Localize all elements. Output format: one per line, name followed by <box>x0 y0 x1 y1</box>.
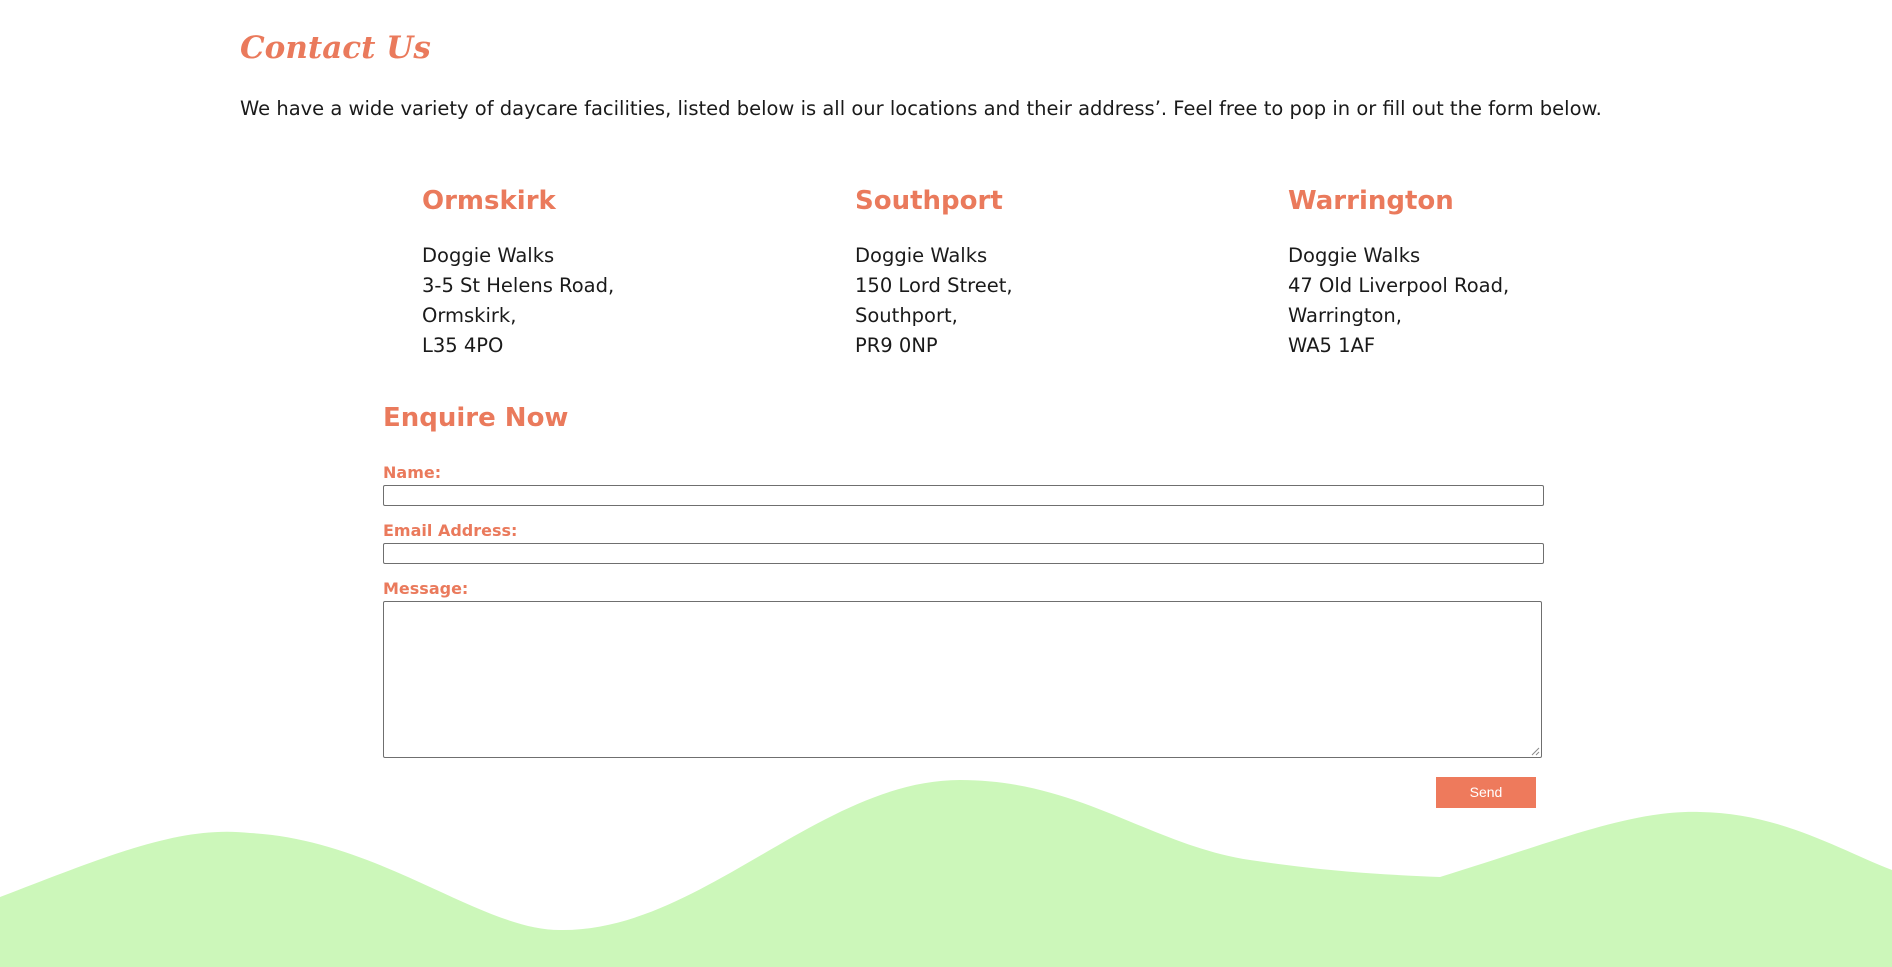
location-southport: Southport Doggie Walks 150 Lord Street, … <box>855 183 1215 361</box>
address-line: Southport, <box>855 304 958 327</box>
message-textarea[interactable] <box>383 601 1542 758</box>
name-label: Name: <box>383 463 442 482</box>
address-line: Doggie Walks <box>422 244 555 267</box>
contact-page: Contact Us We have a wide variety of day… <box>0 0 1892 967</box>
enquire-title: Enquire Now <box>383 403 569 433</box>
location-name: Ormskirk <box>422 186 556 216</box>
decorative-hills <box>0 780 1892 967</box>
enquiry-form: Name: Email Address: Message: <box>383 463 1545 758</box>
address-line: L35 4PO <box>422 334 504 357</box>
address-line: 47 Old Liverpool Road, <box>1288 274 1510 297</box>
location-warrington: Warrington Doggie Walks 47 Old Liverpool… <box>1288 183 1648 361</box>
address-line: Warrington, <box>1288 304 1402 327</box>
address-line: Doggie Walks <box>1288 244 1421 267</box>
address-line: Ormskirk, <box>422 304 517 327</box>
hill-shape <box>0 780 1892 967</box>
name-input[interactable] <box>383 485 1544 506</box>
intro-text: We have a wide variety of daycare facili… <box>240 97 1602 120</box>
resize-grip-icon[interactable] <box>1531 747 1540 756</box>
email-input[interactable] <box>383 543 1544 564</box>
address-line: WA5 1AF <box>1288 334 1376 357</box>
location-ormskirk: Ormskirk Doggie Walks 3-5 St Helens Road… <box>422 183 782 361</box>
address-line: 3-5 St Helens Road, <box>422 274 615 297</box>
address-line: 150 Lord Street, <box>855 274 1013 297</box>
location-name: Southport <box>855 186 1003 216</box>
location-name: Warrington <box>1288 186 1454 216</box>
page-title: Contact Us <box>240 30 431 66</box>
message-label: Message: <box>383 579 469 598</box>
address-line: PR9 0NP <box>855 334 938 357</box>
email-label: Email Address: <box>383 521 518 540</box>
address-line: Doggie Walks <box>855 244 988 267</box>
